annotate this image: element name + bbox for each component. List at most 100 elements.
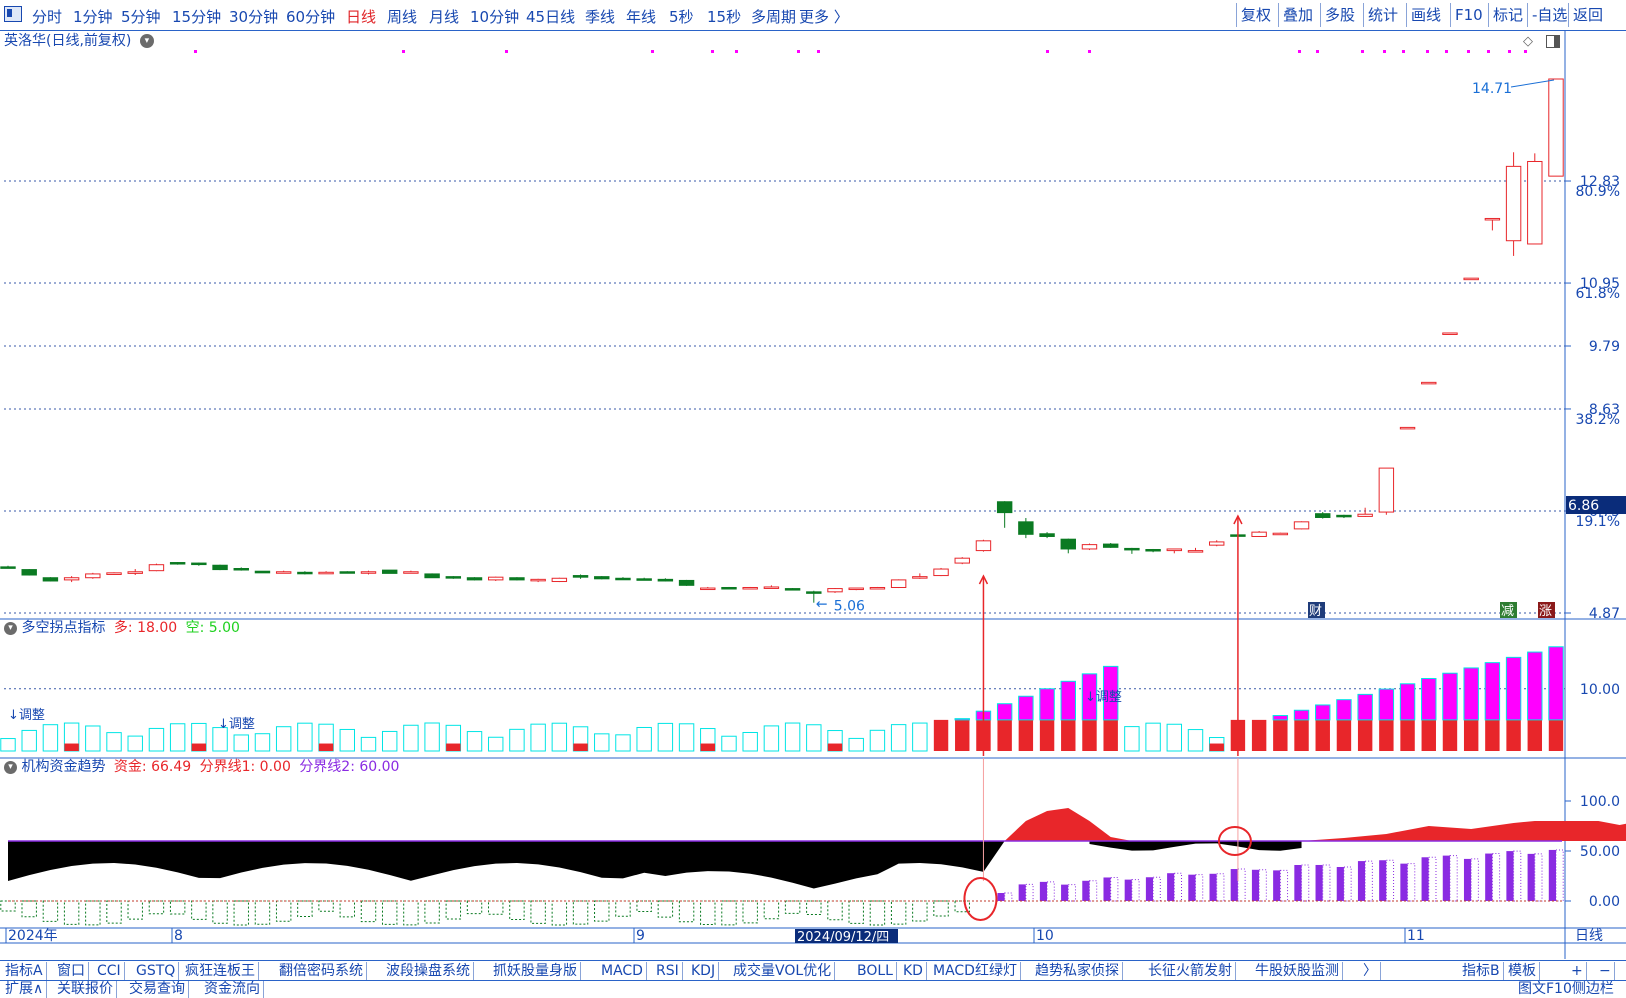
period-tab-13[interactable]: 5秒 <box>669 6 694 27</box>
extension-tab-2[interactable]: 交易查询 <box>126 981 189 998</box>
period-tab-0[interactable]: 分时 <box>32 6 62 27</box>
ind2-bar <box>1364 860 1373 902</box>
extension-tab-1[interactable]: 关联报价 <box>54 981 117 998</box>
candle <box>191 562 207 566</box>
ind2-bar <box>1230 869 1238 901</box>
toolbar-button-8[interactable]: 返回 <box>1568 3 1607 27</box>
ind1-bar <box>1273 719 1288 751</box>
candle-body <box>678 579 695 586</box>
indicator-tab-18[interactable]: 〉 <box>1360 962 1381 980</box>
ind2-bar <box>106 900 122 924</box>
candle <box>1187 547 1204 553</box>
period-tab-14[interactable]: 15秒 <box>707 6 741 27</box>
indicator-tab-7[interactable]: 抓妖股量身版 <box>490 962 581 980</box>
panel-toggle-icon[interactable] <box>1546 35 1560 48</box>
ind2-bar <box>1237 868 1246 902</box>
period-tab-7[interactable]: 周线 <box>387 6 417 27</box>
indicator-tab-17[interactable]: 牛股妖股监测 <box>1252 962 1343 980</box>
indicator-tab-14[interactable]: MACD红绿灯 <box>930 962 1021 980</box>
ind2-bar <box>1195 874 1204 902</box>
stock-chart[interactable]: 12.8310.959.798.636.754.8780.9%61.8%38.2… <box>0 31 1626 959</box>
period-tab-3[interactable]: 15分钟 <box>172 6 221 27</box>
period-tab-4[interactable]: 30分钟 <box>229 6 278 27</box>
toolbar-button-5[interactable]: F10 <box>1450 3 1487 27</box>
ind2-bar <box>890 900 907 925</box>
indicator-tab-8[interactable]: MACD <box>598 962 647 980</box>
period-tab-16[interactable]: 更多 〉 <box>799 6 849 27</box>
ind1-bar <box>1357 719 1373 751</box>
ind1-bar <box>1315 704 1331 721</box>
sidebar-toggle[interactable]: 图文F10侧边栏 <box>1515 981 1617 998</box>
ind1-bar <box>297 722 313 752</box>
toolbar-button-4[interactable]: 画线 <box>1406 3 1445 27</box>
indicator-tab-2[interactable]: CCI <box>94 962 125 980</box>
ind1-bar <box>339 728 355 752</box>
indicator-tab-1[interactable]: 窗口 <box>54 962 89 980</box>
candle-body <box>488 576 504 581</box>
indicator-tab-4[interactable]: 疯狂连板王 <box>182 962 259 980</box>
toolbar-button-7[interactable]: -自选 <box>1527 3 1571 27</box>
indicator-tab-11[interactable]: 成交量VOL优化 <box>730 962 836 980</box>
period-tab-11[interactable]: 季线 <box>585 6 615 27</box>
period-tab-2[interactable]: 5分钟 <box>121 6 161 27</box>
candle <box>954 557 970 565</box>
ind1-bar <box>806 724 822 752</box>
indicator-tab-13[interactable]: KD <box>900 962 927 980</box>
indicator-tab-9[interactable]: RSI <box>653 962 683 980</box>
ind1-bar <box>1166 723 1183 752</box>
extension-tab-0[interactable]: 扩展∧ <box>2 981 48 998</box>
candle <box>106 572 122 575</box>
indicator-tab-right-1[interactable]: 模板 <box>1505 962 1540 980</box>
ind1-bar <box>1399 683 1416 721</box>
collapse-icon[interactable]: ▾ <box>139 34 154 48</box>
period-tab-15[interactable]: 多周期 <box>751 6 796 27</box>
indicator-tab-3[interactable]: GSTQ <box>133 962 180 980</box>
indicator-tab-10[interactable]: KDJ <box>688 962 720 980</box>
period-tab-12[interactable]: 年线 <box>626 6 656 27</box>
candle-body <box>127 571 143 574</box>
candle <box>1293 521 1310 530</box>
indicator-tab-0[interactable]: 指标A <box>2 962 47 980</box>
toolbar-button-1[interactable]: 叠加 <box>1278 3 1317 27</box>
event-dot <box>1426 50 1429 53</box>
candle <box>466 577 483 581</box>
indicator-tab-right-3[interactable]: − <box>1596 962 1615 980</box>
period-tab-1[interactable]: 1分钟 <box>73 6 113 27</box>
collapse-icon[interactable]: ▾ <box>4 621 17 635</box>
collapse-icon[interactable]: ▾ <box>4 760 17 774</box>
indicator-tab-12[interactable]: BOLL <box>854 962 897 980</box>
ind1-bar <box>318 743 334 751</box>
period-tab-5[interactable]: 60分钟 <box>286 6 335 27</box>
ind2-bar <box>912 900 928 922</box>
candle-body <box>1527 160 1543 245</box>
period-tab-10[interactable]: 45日线 <box>526 6 575 27</box>
indicator-tab-right-0[interactable]: 指标B <box>1459 962 1504 980</box>
ind1-bar <box>1082 719 1097 751</box>
candle-body <box>1357 513 1373 517</box>
toolbar-button-3[interactable]: 统计 <box>1363 3 1402 27</box>
ind1-bar <box>21 729 37 752</box>
indicator-tab-5[interactable]: 翻倍密码系统 <box>276 962 367 980</box>
candle-body <box>381 569 398 574</box>
extension-tab-3[interactable]: 资金流向 <box>201 981 264 998</box>
window-menu-icon[interactable] <box>4 6 22 22</box>
ind2-bar <box>509 900 525 921</box>
diamond-icon[interactable]: ◇ <box>1523 34 1533 49</box>
period-tab-6[interactable]: 日线 <box>346 6 376 27</box>
ind2-bar <box>1428 856 1437 902</box>
ind2-axis-label: 100.0 <box>1580 794 1620 810</box>
main-panel-title: 英洛华(日线,前复权) <box>4 33 132 49</box>
toolbar-button-6[interactable]: 标记 <box>1488 3 1527 27</box>
indicator-tab-6[interactable]: 波段操盘系统 <box>383 962 474 980</box>
indicator-tab-16[interactable]: 长征火箭发射 <box>1145 962 1236 980</box>
indicator-tab-15[interactable]: 趋势私家侦探 <box>1032 962 1123 980</box>
indicator2-header: ▾ 机构资金趋势 资金: 66.49 分界线1: 0.00 分界线2: 60.0… <box>4 758 399 776</box>
ind1-bar <box>1463 667 1479 721</box>
ind2-bar <box>848 900 864 924</box>
ind2-bar <box>339 900 355 918</box>
period-tab-9[interactable]: 10分钟 <box>470 6 519 27</box>
toolbar-button-2[interactable]: 多股 <box>1320 3 1359 27</box>
period-tab-8[interactable]: 月线 <box>429 6 459 27</box>
indicator-tab-right-2[interactable]: + <box>1568 962 1587 980</box>
toolbar-button-0[interactable]: 复权 <box>1236 3 1275 27</box>
